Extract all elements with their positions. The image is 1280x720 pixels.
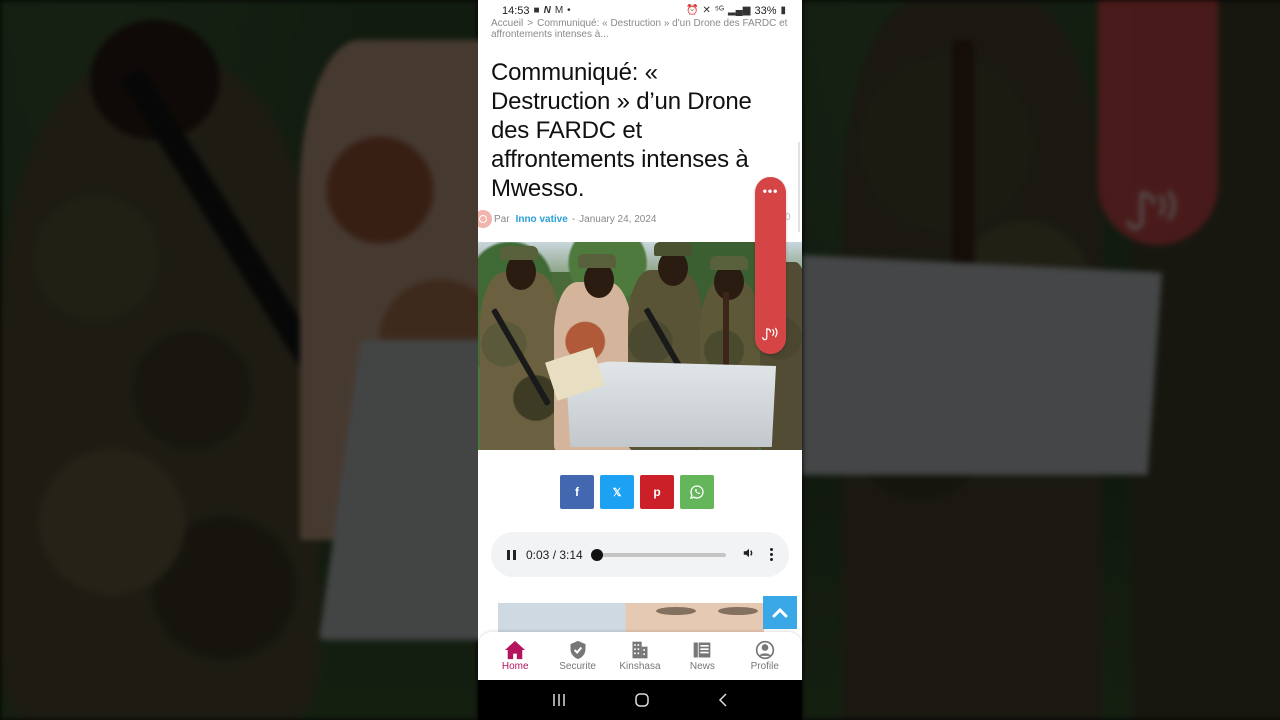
meta-separator: - [571,213,576,225]
home-circle-icon[interactable] [634,692,650,708]
article-meta: Par Inno vative - January 24, 2024 [478,210,657,228]
nav-label: Profile [750,661,779,672]
recents-icon[interactable] [551,693,567,707]
by-label: Par [494,213,510,225]
floating-audio-pill[interactable]: ••• [755,177,786,354]
nav-label: Home [501,661,529,672]
share-whatsapp-button[interactable] [680,475,714,509]
clock: 14:53 [502,5,530,17]
nav-home[interactable]: Home [485,640,545,672]
home-icon [505,640,526,660]
video-backdrop-left [0,0,478,720]
share-buttons: f 𝕏 p [560,475,714,509]
x-icon: 𝕏 [612,486,622,499]
scroll-to-top-button[interactable] [763,596,797,629]
pinterest-icon: p [653,485,661,499]
nav-label: Kinshasa [619,661,661,672]
more-dots-icon[interactable]: ••• [755,185,786,197]
newspaper-icon [694,642,711,658]
gmail-icon: M [554,5,564,16]
nav-label: News [689,661,715,672]
music-wave-icon[interactable] [760,325,782,346]
article-title: Communiqué: « Destruction » d’un Drone d… [491,59,752,202]
5g-icon: ⁵ᴳ [714,5,724,16]
back-icon[interactable] [717,692,729,708]
nav-profile[interactable]: Profile [735,640,795,672]
publish-date: January 24, 2024 [579,213,657,225]
video-icon: ■ [533,5,540,16]
dot-icon: • [567,5,571,16]
pause-button[interactable] [507,549,516,560]
user-circle-icon [755,640,774,660]
volume-button[interactable] [742,546,756,563]
author-avatar-icon [478,210,492,228]
n-app-icon: N [543,5,551,16]
share-facebook-button[interactable]: f [560,475,594,509]
status-bar: 14:53 ■ N M • ⏰ ✕ ⁵ᴳ ▂▄▆ 33% ▮ [478,0,802,22]
phone-screen: 14:53 ■ N M • ⏰ ✕ ⁵ᴳ ▂▄▆ 33% ▮ Accueil > C… [478,0,802,720]
battery-level: 33% [754,5,777,17]
mute-icon: ✕ [702,5,711,16]
video-backdrop-right [802,0,1280,720]
audio-more-options-button[interactable] [770,548,773,561]
signal-icon: ▂▄▆ [727,5,751,16]
share-pinterest-button[interactable]: p [640,475,674,509]
audio-player: 0:03 / 3:14 [491,532,789,577]
side-divider [798,142,800,232]
battery-icon: ▮ [780,5,786,16]
seek-thumb[interactable] [590,548,603,561]
shield-check-icon [570,640,586,660]
facebook-icon: f [575,485,579,499]
nav-securite[interactable]: Securite [548,640,608,672]
whatsapp-icon [690,485,704,499]
android-nav-bar [478,680,802,720]
share-x-button[interactable]: 𝕏 [600,475,634,509]
building-icon [632,641,648,659]
volume-icon [743,548,753,558]
nav-label: Securite [559,661,596,672]
article-image [478,242,802,450]
chevron-up-icon [772,607,788,617]
alarm-icon: ⏰ [686,5,699,16]
bottom-nav: Home Securite Kinshasa News Profile [478,632,802,680]
audio-time: 0:03 / 3:14 [526,547,583,562]
nav-news[interactable]: News [672,640,732,672]
audio-seek-bar[interactable] [590,548,726,561]
author-link[interactable]: Inno vative [516,214,568,225]
nav-kinshasa[interactable]: Kinshasa [610,640,670,672]
